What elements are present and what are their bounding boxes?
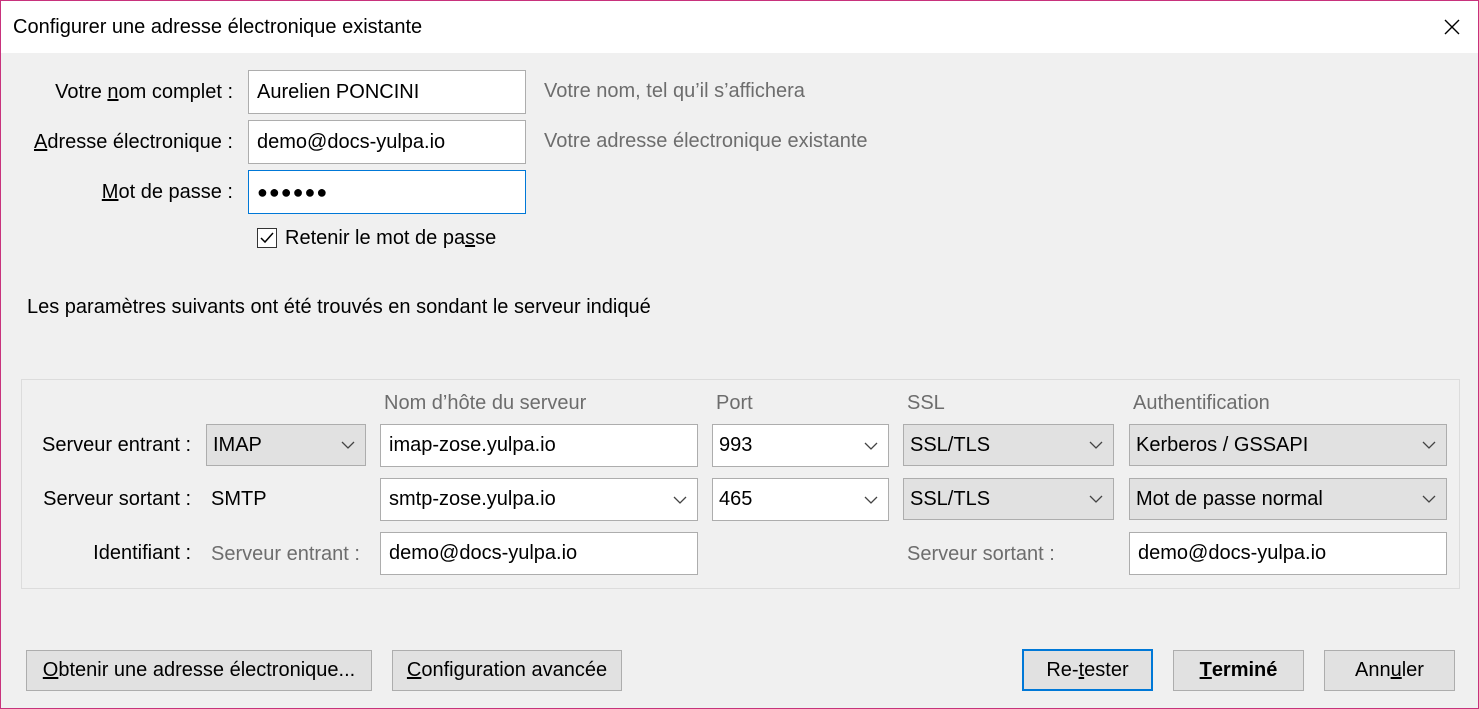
outgoing-port-value: 465 (719, 488, 753, 510)
email-field[interactable]: demo@docs-yulpa.io (248, 120, 526, 164)
password-field[interactable]: ●●●●●● (248, 170, 526, 214)
outgoing-hostname-value: smtp-zose.yulpa.io (389, 488, 556, 510)
cancel-button[interactable]: Ann u ler (1324, 650, 1455, 691)
chevron-down-icon (864, 442, 878, 450)
outgoing-protocol: SMTP (211, 488, 267, 510)
outgoing-auth-select[interactable]: Mot de passe normal (1129, 478, 1447, 520)
advanced-config-button[interactable]: Configuration avancée (392, 650, 622, 691)
incoming-ssl-select[interactable]: SSL/TLS (903, 424, 1114, 466)
done-button[interactable]: Terminé (1173, 650, 1304, 691)
incoming-port-select[interactable]: 993 (712, 424, 889, 467)
remember-password-checkbox[interactable] (257, 228, 277, 248)
get-new-email-button[interactable]: Obtenir une adresse électronique... (26, 650, 372, 691)
incoming-server-label: Serveur entrant : (42, 434, 191, 456)
username-label: Identifiant : (93, 542, 191, 564)
password-label: Mot de passe : (101, 181, 233, 203)
incoming-hostname-field[interactable]: imap-zose.yulpa.io (380, 424, 698, 467)
close-icon (1444, 19, 1460, 35)
close-button[interactable] (1436, 11, 1468, 43)
window-title: Configurer une adresse électronique exis… (13, 16, 423, 38)
auth-column-header: Authentification (1133, 392, 1270, 414)
incoming-port-value: 993 (719, 434, 753, 456)
ssl-column-header: SSL (907, 392, 945, 414)
chevron-down-icon (1089, 495, 1103, 503)
checkmark-icon (260, 232, 274, 244)
chevron-down-icon (341, 441, 355, 449)
port-column-header: Port (716, 392, 753, 414)
email-hint: Votre adresse électronique existante (544, 130, 868, 152)
incoming-auth-value: Kerberos / GSSAPI (1136, 433, 1309, 456)
incoming-auth-select[interactable]: Kerberos / GSSAPI (1129, 424, 1447, 466)
chevron-down-icon (1422, 441, 1436, 449)
outgoing-auth-value: Mot de passe normal (1136, 487, 1323, 510)
username-incoming-field[interactable]: demo@docs-yulpa.io (380, 532, 698, 575)
outgoing-hostname-combobox[interactable]: smtp-zose.yulpa.io (380, 478, 698, 521)
outgoing-ssl-select[interactable]: SSL/TLS (903, 478, 1114, 520)
username-outgoing-field[interactable]: demo@docs-yulpa.io (1129, 532, 1447, 575)
retest-button[interactable]: Re-t ester (1022, 649, 1153, 691)
email-label: Adresse électronique : (33, 131, 233, 153)
chevron-down-icon (1422, 495, 1436, 503)
full-name-field[interactable]: Aurelien PONCINI (248, 70, 526, 114)
status-message: Les paramètres suivants ont été trouvés … (27, 296, 651, 318)
outgoing-port-select[interactable]: 465 (712, 478, 889, 521)
incoming-protocol-select[interactable]: IMAP (206, 424, 366, 466)
username-outgoing-label: Serveur sortant : (907, 543, 1055, 565)
outgoing-server-label: Serveur sortant : (43, 488, 191, 510)
incoming-ssl-value: SSL/TLS (910, 433, 991, 456)
full-name-hint: Votre nom, tel qu’il s’affichera (544, 80, 805, 102)
incoming-protocol-value: IMAP (213, 433, 262, 456)
full-name-label: Votre nom complet : (55, 81, 233, 103)
outgoing-ssl-value: SSL/TLS (910, 487, 991, 510)
title-bar: Configurer une adresse électronique exis… (1, 1, 1478, 53)
chevron-down-icon (1089, 441, 1103, 449)
chevron-down-icon (864, 496, 878, 504)
hostname-column-header: Nom d’hôte du serveur (384, 392, 587, 414)
username-incoming-label: Serveur entrant : (211, 543, 360, 565)
chevron-down-icon (673, 496, 687, 504)
dialog-window: Configurer une adresse électronique exis… (0, 0, 1479, 709)
remember-password-label[interactable]: Retenir le mot de passe (285, 227, 496, 250)
